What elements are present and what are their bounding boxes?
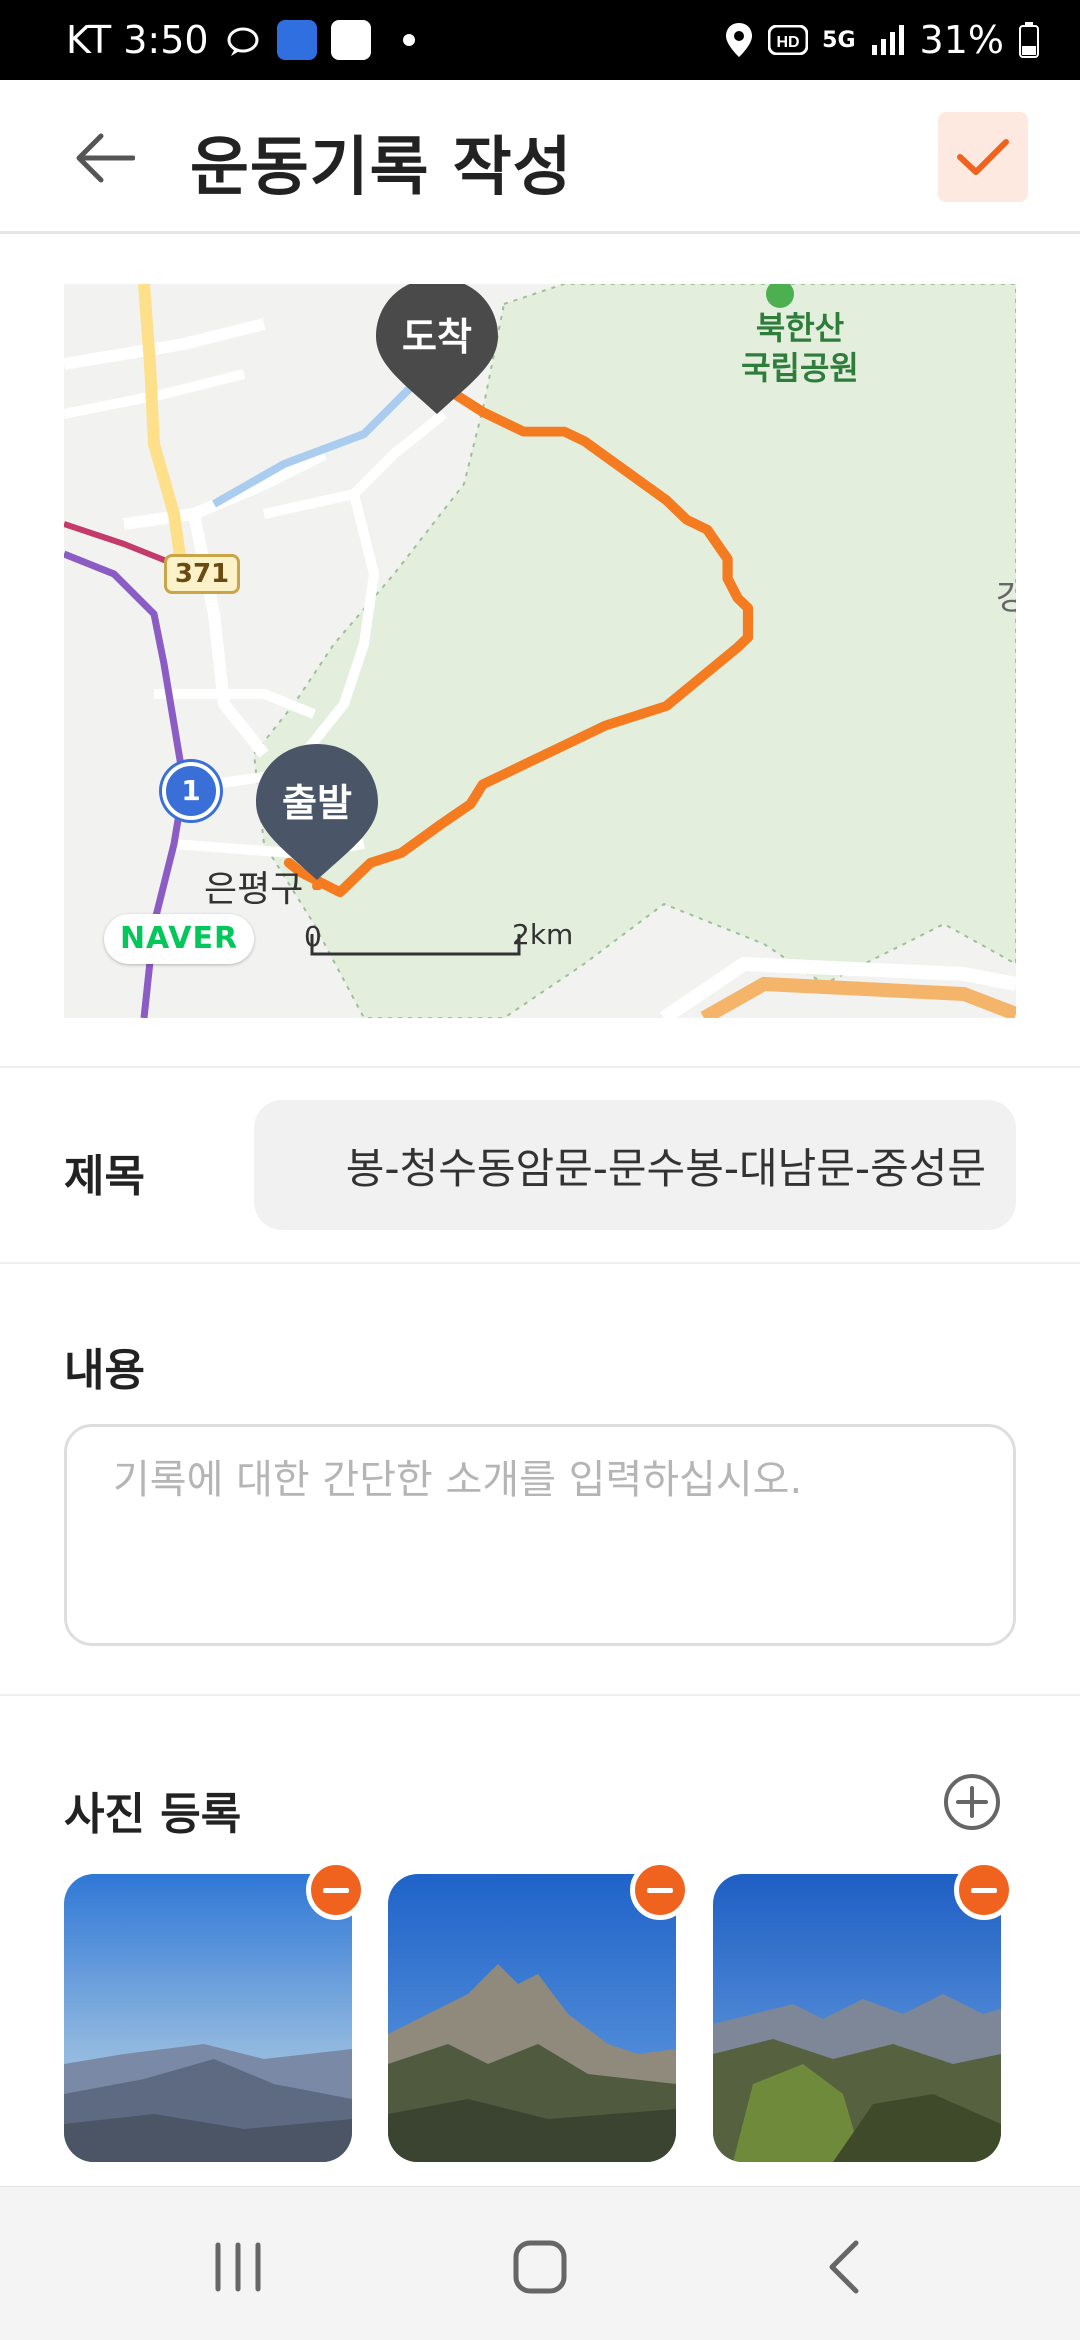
notification-dot-icon [402,34,415,46]
photos-label: 사진 등록 [64,1789,242,1840]
minus-icon [323,1887,349,1893]
remove-photo-3-button[interactable] [954,1860,1014,1920]
recent-apps-button[interactable] [198,2227,278,2307]
back-button[interactable] [70,128,140,188]
content-input[interactable] [67,1427,1013,1643]
minus-icon [647,1887,673,1893]
park-label: 북한산 국립공원 [741,309,859,387]
recent-apps-icon [215,2242,261,2292]
photo-3[interactable] [713,1874,1001,2162]
divider [0,1066,1080,1068]
road-sign-371: 371 [164,554,240,594]
title-label: 제목 [64,1151,145,1202]
plus-circle-icon [944,1774,1000,1830]
location-icon [724,21,754,59]
save-button[interactable] [938,112,1028,202]
status-bar: KT 3:50 HD 5G 31% [0,0,1080,80]
divider [0,1262,1080,1264]
home-icon [513,2240,567,2294]
photo-1[interactable] [64,1874,352,2162]
content-label: 내용 [64,1345,145,1396]
battery-icon [1018,21,1040,59]
page-title: 운동기록 작성 [190,131,573,205]
home-button[interactable] [500,2227,580,2307]
photo-2[interactable] [388,1874,676,2162]
pay-icon [330,20,371,60]
signal-icon [870,23,906,57]
map-edge-label: 강 [996,578,1016,618]
start-pin-label: 출발 [282,781,352,825]
route-map[interactable]: 북한산 국립공원 371 1 강 은평구 도착 출발 NAVER 0 2km [64,284,1016,1018]
title-input[interactable] [254,1100,1016,1230]
photo-1-image [64,1874,352,2162]
photo-2-image [388,1874,676,2162]
divider [0,1694,1080,1696]
system-back-button[interactable] [804,2227,884,2307]
kakao-icon [223,20,263,60]
app-header: 운동기록 작성 [0,80,1080,234]
scale-end-label: 2km [512,918,574,951]
minus-icon [971,1887,997,1893]
system-nav-bar [0,2186,1080,2340]
app-icon [276,20,317,60]
check-icon [957,139,1009,175]
end-pin: 도착 [372,284,502,424]
photo-3-image [713,1874,1001,2162]
svg-text:HD: HD [777,34,800,51]
scale-start-label: 0 [304,920,322,953]
road-sign-1: 1 [162,762,220,820]
naver-logo: NAVER [104,914,254,964]
remove-photo-2-button[interactable] [630,1860,690,1920]
remove-photo-1-button[interactable] [306,1860,366,1920]
content-field[interactable] [64,1424,1016,1646]
arrow-left-icon [76,133,135,183]
hd-icon: HD [768,25,809,55]
end-pin-label: 도착 [402,315,472,359]
add-photo-button[interactable] [942,1772,1002,1832]
status-time: KT 3:50 [66,18,209,62]
title-field[interactable] [254,1100,1016,1230]
network-type: 5G [822,27,856,53]
back-chevron-icon [829,2240,859,2294]
start-pin: 출발 [252,740,382,890]
battery-percent: 31% [919,18,1004,62]
